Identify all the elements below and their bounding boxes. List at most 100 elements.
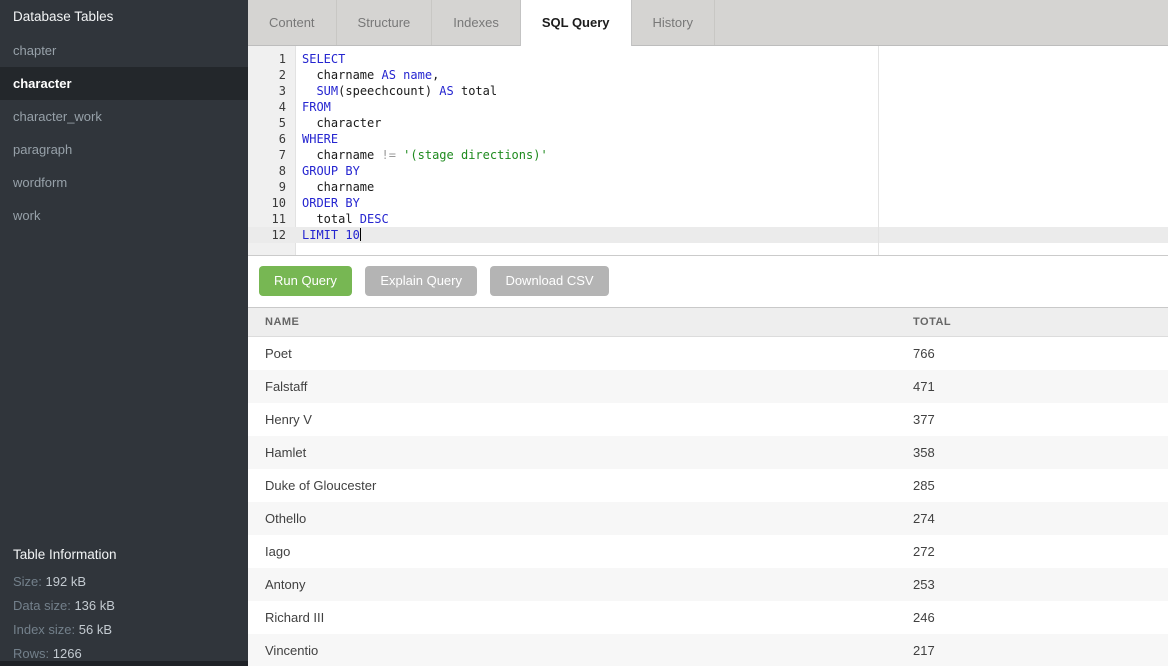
cell-total: 272 [896,535,1168,568]
cell-total: 766 [896,337,1168,370]
code-line-3[interactable]: 3 SUM(speechcount) AS total [248,83,1168,99]
sidebar-item-work[interactable]: work [0,199,248,232]
code-token: total [454,84,497,98]
code-token: charname [302,180,374,194]
cell-name: Antony [248,568,896,601]
cell-name: Poet [248,337,896,370]
table-row[interactable]: Duke of Gloucester285 [248,469,1168,502]
table-info-panel: Table Information Size: 192 kBData size:… [0,540,248,666]
code-line-2[interactable]: 2 charname AS name, [248,67,1168,83]
sql-editor[interactable]: 1 SELECT2 charname AS name,3 SUM(speechco… [248,46,1168,256]
main-panel: ContentStructureIndexesSQL QueryHistory … [248,0,1168,666]
code-text: WHERE [296,131,338,147]
query-toolbar: Run Query Explain Query Download CSV [248,256,1168,307]
app-window: Database Tables chaptercharactercharacte… [0,0,1168,666]
sidebar-item-wordform[interactable]: wordform [0,166,248,199]
code-token: WHERE [302,132,338,146]
cell-name: Othello [248,502,896,535]
code-token: character [302,116,381,130]
table-row[interactable]: Poet766 [248,337,1168,370]
line-number: 9 [248,179,296,195]
column-header-total[interactable]: TOTAL [896,308,1168,337]
cell-name: Falstaff [248,370,896,403]
cell-name: Richard III [248,601,896,634]
code-token: charname [302,68,381,82]
cell-name: Duke of Gloucester [248,469,896,502]
sidebar-item-character[interactable]: character [0,67,248,100]
cell-total: 471 [896,370,1168,403]
tab-sql-query[interactable]: SQL Query [520,0,632,46]
line-number: 7 [248,147,296,163]
sidebar-item-character_work[interactable]: character_work [0,100,248,133]
code-text: charname != '(stage directions)' [296,147,548,163]
code-line-6[interactable]: 6WHERE [248,131,1168,147]
tab-structure[interactable]: Structure [337,0,433,45]
code-text: character [296,115,381,131]
line-number: 10 [248,195,296,211]
code-text: GROUP BY [296,163,360,179]
column-header-name[interactable]: NAME [248,308,896,337]
table-row[interactable]: Falstaff471 [248,370,1168,403]
code-token: name [403,68,432,82]
line-number: 8 [248,163,296,179]
table-row[interactable]: Othello274 [248,502,1168,535]
text-caret [360,228,361,241]
download-csv-button[interactable]: Download CSV [490,266,608,296]
cell-name: Iago [248,535,896,568]
code-line-7[interactable]: 7 charname != '(stage directions)' [248,147,1168,163]
code-line-1[interactable]: 1 SELECT [248,51,1168,67]
code-line-9[interactable]: 9 charname [248,179,1168,195]
cell-total: 217 [896,634,1168,666]
run-query-button[interactable]: Run Query [259,266,352,296]
code-token: SELECT [302,52,345,66]
code-line-10[interactable]: 10 ORDER BY [248,195,1168,211]
line-number: 1 [248,51,296,67]
cell-total: 285 [896,469,1168,502]
results-table: NAMETOTAL Poet766Falstaff471Henry V377Ha… [248,307,1168,666]
table-row[interactable]: Henry V377 [248,403,1168,436]
code-token: ORDER BY [302,196,360,210]
code-token: GROUP BY [302,164,360,178]
table-info-row: Data size: 136 kB [0,594,248,618]
table-row[interactable]: Iago272 [248,535,1168,568]
sidebar-bottom-strip [0,661,248,666]
code-token: total [302,212,360,226]
code-line-8[interactable]: 8 GROUP BY [248,163,1168,179]
results-panel: NAMETOTAL Poet766Falstaff471Henry V377Ha… [248,307,1168,666]
table-row[interactable]: Antony253 [248,568,1168,601]
code-line-11[interactable]: 11 total DESC [248,211,1168,227]
table-row[interactable]: Richard III246 [248,601,1168,634]
code-line-5[interactable]: 5 character [248,115,1168,131]
code-text: FROM [296,99,331,115]
cell-total: 246 [896,601,1168,634]
cell-total: 358 [896,436,1168,469]
cell-total: 377 [896,403,1168,436]
sidebar-item-paragraph[interactable]: paragraph [0,133,248,166]
table-list: chaptercharactercharacter_workparagraphw… [0,34,248,232]
code-lines: 1 SELECT2 charname AS name,3 SUM(speechco… [248,51,1168,243]
code-line-4[interactable]: 4FROM [248,99,1168,115]
tab-content[interactable]: Content [248,0,337,45]
code-text: total DESC [296,211,389,227]
info-value: 136 kB [74,598,114,613]
results-body: Poet766Falstaff471Henry V377Hamlet358Duk… [248,337,1168,666]
code-token: != [381,148,395,162]
explain-query-button[interactable]: Explain Query [365,266,477,296]
table-info-row: Index size: 56 kB [0,618,248,642]
table-info-row: Size: 192 kB [0,570,248,594]
code-token: FROM [302,100,331,114]
tab-history[interactable]: History [632,0,715,45]
table-info-title: Table Information [0,540,248,570]
code-token: charname [302,148,381,162]
tab-indexes[interactable]: Indexes [432,0,521,45]
info-value: 1266 [53,646,82,661]
table-row[interactable]: Vincentio217 [248,634,1168,666]
table-info-rows: Size: 192 kBData size: 136 kBIndex size:… [0,570,248,666]
line-number: 5 [248,115,296,131]
code-token: '(stage directions)' [403,148,548,162]
sidebar-item-chapter[interactable]: chapter [0,34,248,67]
sidebar: Database Tables chaptercharactercharacte… [0,0,248,666]
table-row[interactable]: Hamlet358 [248,436,1168,469]
info-label: Rows: [13,646,49,661]
code-line-12[interactable]: 12LIMIT 10 [248,227,1168,243]
